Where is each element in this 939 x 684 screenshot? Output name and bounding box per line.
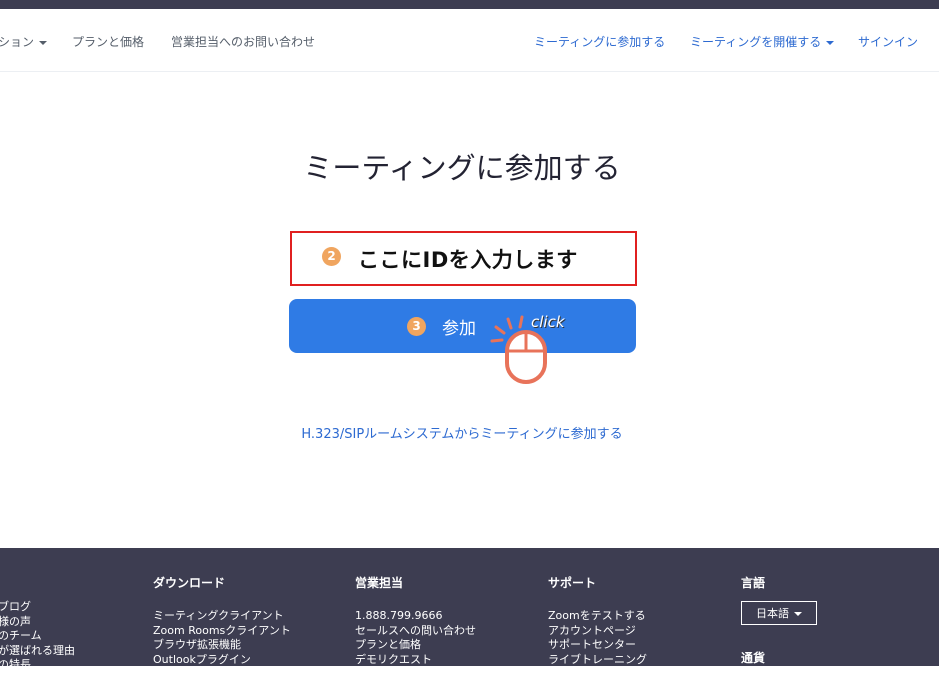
footer-link[interactable]: ミーティングクライアント bbox=[153, 609, 291, 624]
footer-link[interactable]: デモリクエスト bbox=[355, 653, 498, 668]
nav-host-meeting-label: ミーティングを開催する bbox=[690, 35, 822, 49]
top-navigation: ション プランと価格 営業担当へのお問い合わせ ミーティングに参加する ミーティ… bbox=[0, 9, 939, 72]
nav-contact-sales-link[interactable]: 営業担当へのお問い合わせ bbox=[171, 33, 315, 50]
footer-column-sales: 営業担当 1.888.799.9666 セールスへの問い合わせ プランと価格 デ… bbox=[355, 574, 498, 682]
step-3-badge: 3 bbox=[407, 317, 426, 336]
footer-link[interactable]: Zoom Roomsクライアント bbox=[153, 624, 291, 639]
footer-link[interactable]: が選ばれる理由 bbox=[0, 644, 75, 659]
nav-plans-pricing-link[interactable]: プランと価格 bbox=[72, 33, 144, 50]
step-2-badge: 2 bbox=[322, 247, 341, 266]
h323-sip-join-link[interactable]: H.323/SIPルームシステムからミーティングに参加する bbox=[0, 423, 924, 442]
nav-join-meeting-link[interactable]: ミーティングに参加する bbox=[534, 33, 665, 50]
footer-link[interactable]: サポートセンター bbox=[548, 638, 647, 653]
language-select[interactable]: 日本語 bbox=[741, 601, 817, 625]
meeting-id-annotation: ここにIDを入力します bbox=[358, 248, 578, 272]
meeting-id-input[interactable]: 2 ここにIDを入力します bbox=[290, 231, 637, 286]
join-button-label: 参加 bbox=[442, 319, 476, 339]
footer-link[interactable]: ブログ bbox=[0, 600, 75, 615]
language-select-value: 日本語 bbox=[756, 607, 789, 620]
footer-heading: ダウンロード bbox=[153, 576, 226, 590]
footer-column-support: サポート Zoomをテストする アカウントページ サポートセンター ライブトレー… bbox=[548, 574, 647, 682]
footer-link[interactable]: Zoomをテストする bbox=[548, 609, 647, 624]
footer-column-about: ブログ 様の声 のチーム が選ばれる理由 の特長 bbox=[0, 600, 75, 673]
footer-link[interactable]: ウェビナーとイベントリスト bbox=[355, 667, 498, 682]
top-strip bbox=[0, 0, 939, 9]
footer-link[interactable]: プランと価格 bbox=[355, 638, 498, 653]
footer-link[interactable]: フィードバック bbox=[548, 667, 647, 682]
footer-phone-link[interactable]: 1.888.799.9666 bbox=[355, 609, 498, 624]
footer-link[interactable]: アカウントページ bbox=[548, 624, 647, 639]
mouse-click-icon bbox=[490, 315, 547, 384]
chevron-down-icon bbox=[826, 40, 835, 45]
nav-host-meeting-menu[interactable]: ミーティングを開催する bbox=[690, 33, 835, 50]
footer-heading: サポート bbox=[548, 576, 597, 590]
nav-solutions-menu[interactable]: ション bbox=[0, 33, 48, 50]
footer-currency-heading: 通貨 bbox=[741, 651, 766, 665]
chevron-down-icon bbox=[39, 40, 48, 45]
footer-heading: 営業担当 bbox=[355, 576, 404, 590]
footer-link[interactable]: ブラウザ拡張機能 bbox=[153, 638, 291, 653]
chevron-down-icon bbox=[794, 612, 802, 616]
footer-link[interactable]: の特長 bbox=[0, 658, 75, 673]
footer-link[interactable]: ライブトレーニング bbox=[548, 653, 647, 668]
footer-link[interactable]: Lyncプラグイン bbox=[153, 667, 291, 682]
page-title: ミーティングに参加する bbox=[303, 151, 621, 185]
footer-link[interactable]: のチーム bbox=[0, 629, 75, 644]
footer-link[interactable]: Outlookプラグイン bbox=[153, 653, 291, 668]
footer-link[interactable]: セールスへの問い合わせ bbox=[355, 624, 498, 639]
nav-sign-in-link[interactable]: サインイン bbox=[858, 33, 918, 50]
footer-link[interactable]: 様の声 bbox=[0, 615, 75, 630]
footer: ブログ 様の声 のチーム が選ばれる理由 の特長 ダウンロード ミーティングクラ… bbox=[0, 548, 939, 680]
nav-solutions-label: ション bbox=[0, 35, 35, 49]
join-button[interactable]: 3 参加 click bbox=[289, 299, 636, 353]
footer-column-language: 言語 日本語 通貨 bbox=[741, 574, 817, 684]
footer-heading: 言語 bbox=[741, 576, 766, 590]
footer-column-download: ダウンロード ミーティングクライアント Zoom Roomsクライアント ブラウ… bbox=[153, 574, 291, 682]
